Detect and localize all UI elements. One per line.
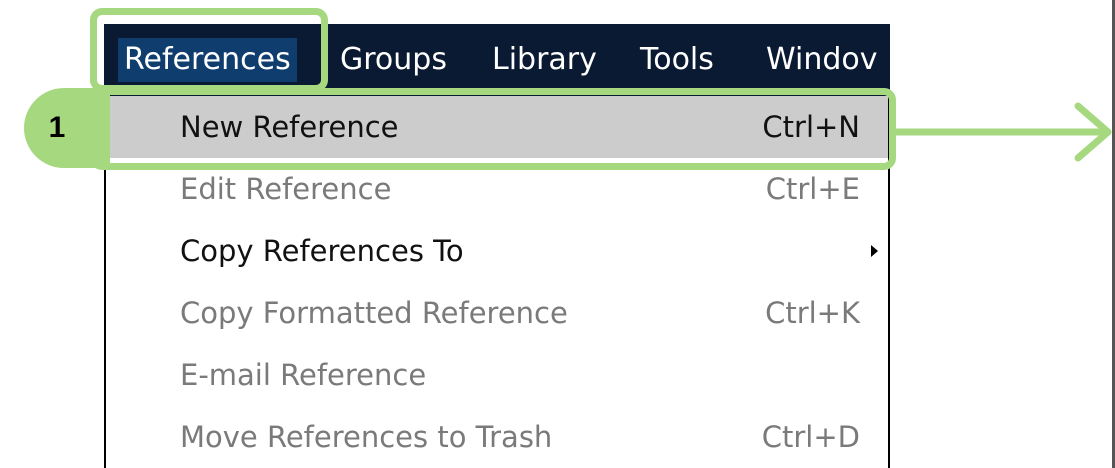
step-number-badge: 1 [24, 88, 110, 168]
callout-highlight-references-menu [90, 8, 328, 92]
chevron-right-icon [871, 245, 878, 257]
menu-item-email-reference: E-mail Reference [106, 344, 888, 406]
menu-item-shortcut: Ctrl+D [761, 420, 860, 454]
menubar-item-groups[interactable]: Groups [340, 38, 447, 82]
menubar-item-library[interactable]: Library [492, 38, 597, 82]
menubar-item-tools[interactable]: Tools [640, 38, 714, 82]
menu-item-move-references-to-trash: Move References to Trash Ctrl+D [106, 406, 888, 468]
menu-item-label: Copy Formatted Reference [180, 296, 568, 330]
menu-item-shortcut: Ctrl+K [765, 296, 860, 330]
menu-item-copy-formatted-reference: Copy Formatted Reference Ctrl+K [106, 282, 888, 344]
menu-item-label: Move References to Trash [180, 420, 553, 454]
menubar-item-window[interactable]: Windov [766, 38, 878, 82]
menu-item-copy-references-to[interactable]: Copy References To [106, 220, 888, 282]
arrow-right-icon [890, 102, 1112, 162]
menu-item-label: Copy References To [180, 234, 464, 268]
screenshot-stage: References Groups Library Tools Windov N… [0, 0, 1115, 468]
menu-item-label: E-mail Reference [180, 358, 427, 392]
callout-highlight-new-reference [90, 88, 896, 170]
